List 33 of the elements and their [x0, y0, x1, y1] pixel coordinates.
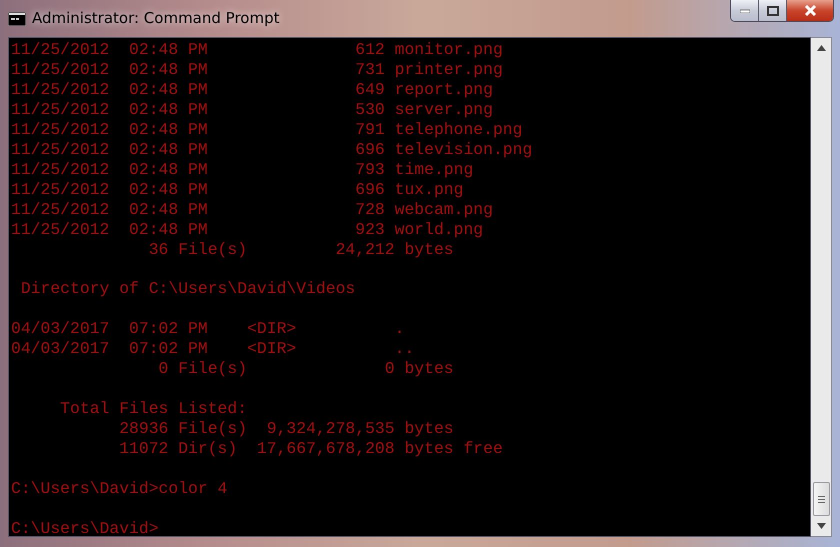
console-line: Directory of C:\Users\David\Videos: [20, 279, 356, 300]
console-line: 11/25/2012 02:48 PM 696 television.png: [11, 140, 532, 160]
console-line: 11/25/2012 02:48 PM 530 server.png: [11, 100, 493, 120]
console-line: 11/25/2012 02:48 PM 923 world.png: [11, 220, 484, 240]
window-title: Administrator: Command Prompt: [32, 9, 280, 27]
console-line: C:\Users\David>color 4: [11, 478, 228, 499]
console-line: 11/25/2012 02:48 PM 696 tux.png: [11, 180, 464, 200]
console-line: 11/25/2012 02:48 PM 731 printer.png: [11, 60, 503, 80]
close-button[interactable]: [787, 0, 833, 21]
console-line: 04/03/2017 07:02 PM <DIR> ..: [11, 339, 414, 360]
console-line: 11/25/2012 02:48 PM 649 report.png: [11, 80, 493, 100]
maximize-icon: [766, 6, 778, 16]
maximize-button[interactable]: [759, 0, 787, 21]
scroll-down-icon[interactable]: [816, 523, 826, 529]
console-line: 28936 File(s) 9,324,278,535 bytes: [118, 419, 454, 440]
minimize-button[interactable]: [731, 0, 759, 21]
scroll-up-icon[interactable]: [816, 45, 826, 51]
console-line: 11072 Dir(s) 17,667,678,208 bytes free: [118, 439, 503, 459]
console-line: 11/25/2012 02:48 PM 791 telephone.png: [11, 120, 522, 140]
console-line: 0 File(s) 0 bytes: [158, 359, 454, 380]
console-line: C:\Users\David>: [11, 518, 159, 536]
console-line: Total Files Listed:: [59, 399, 248, 420]
scrollbar[interactable]: [811, 37, 832, 537]
minimize-icon: [740, 8, 750, 12]
console-icon: [8, 12, 26, 26]
close-icon: [804, 5, 816, 16]
grip-icon: [818, 494, 824, 504]
console-line: 36 File(s) 24,212 bytes: [148, 240, 454, 260]
console-line: 04/03/2017 07:02 PM <DIR> .: [11, 319, 404, 340]
console-line: 11/25/2012 02:48 PM 612 monitor.png: [11, 40, 503, 60]
console-line: 11/25/2012 02:48 PM 793 time.png: [11, 160, 474, 180]
console-line: 11/25/2012 02:48 PM 728 webcam.png: [11, 200, 493, 220]
scroll-thumb[interactable]: [812, 482, 830, 516]
